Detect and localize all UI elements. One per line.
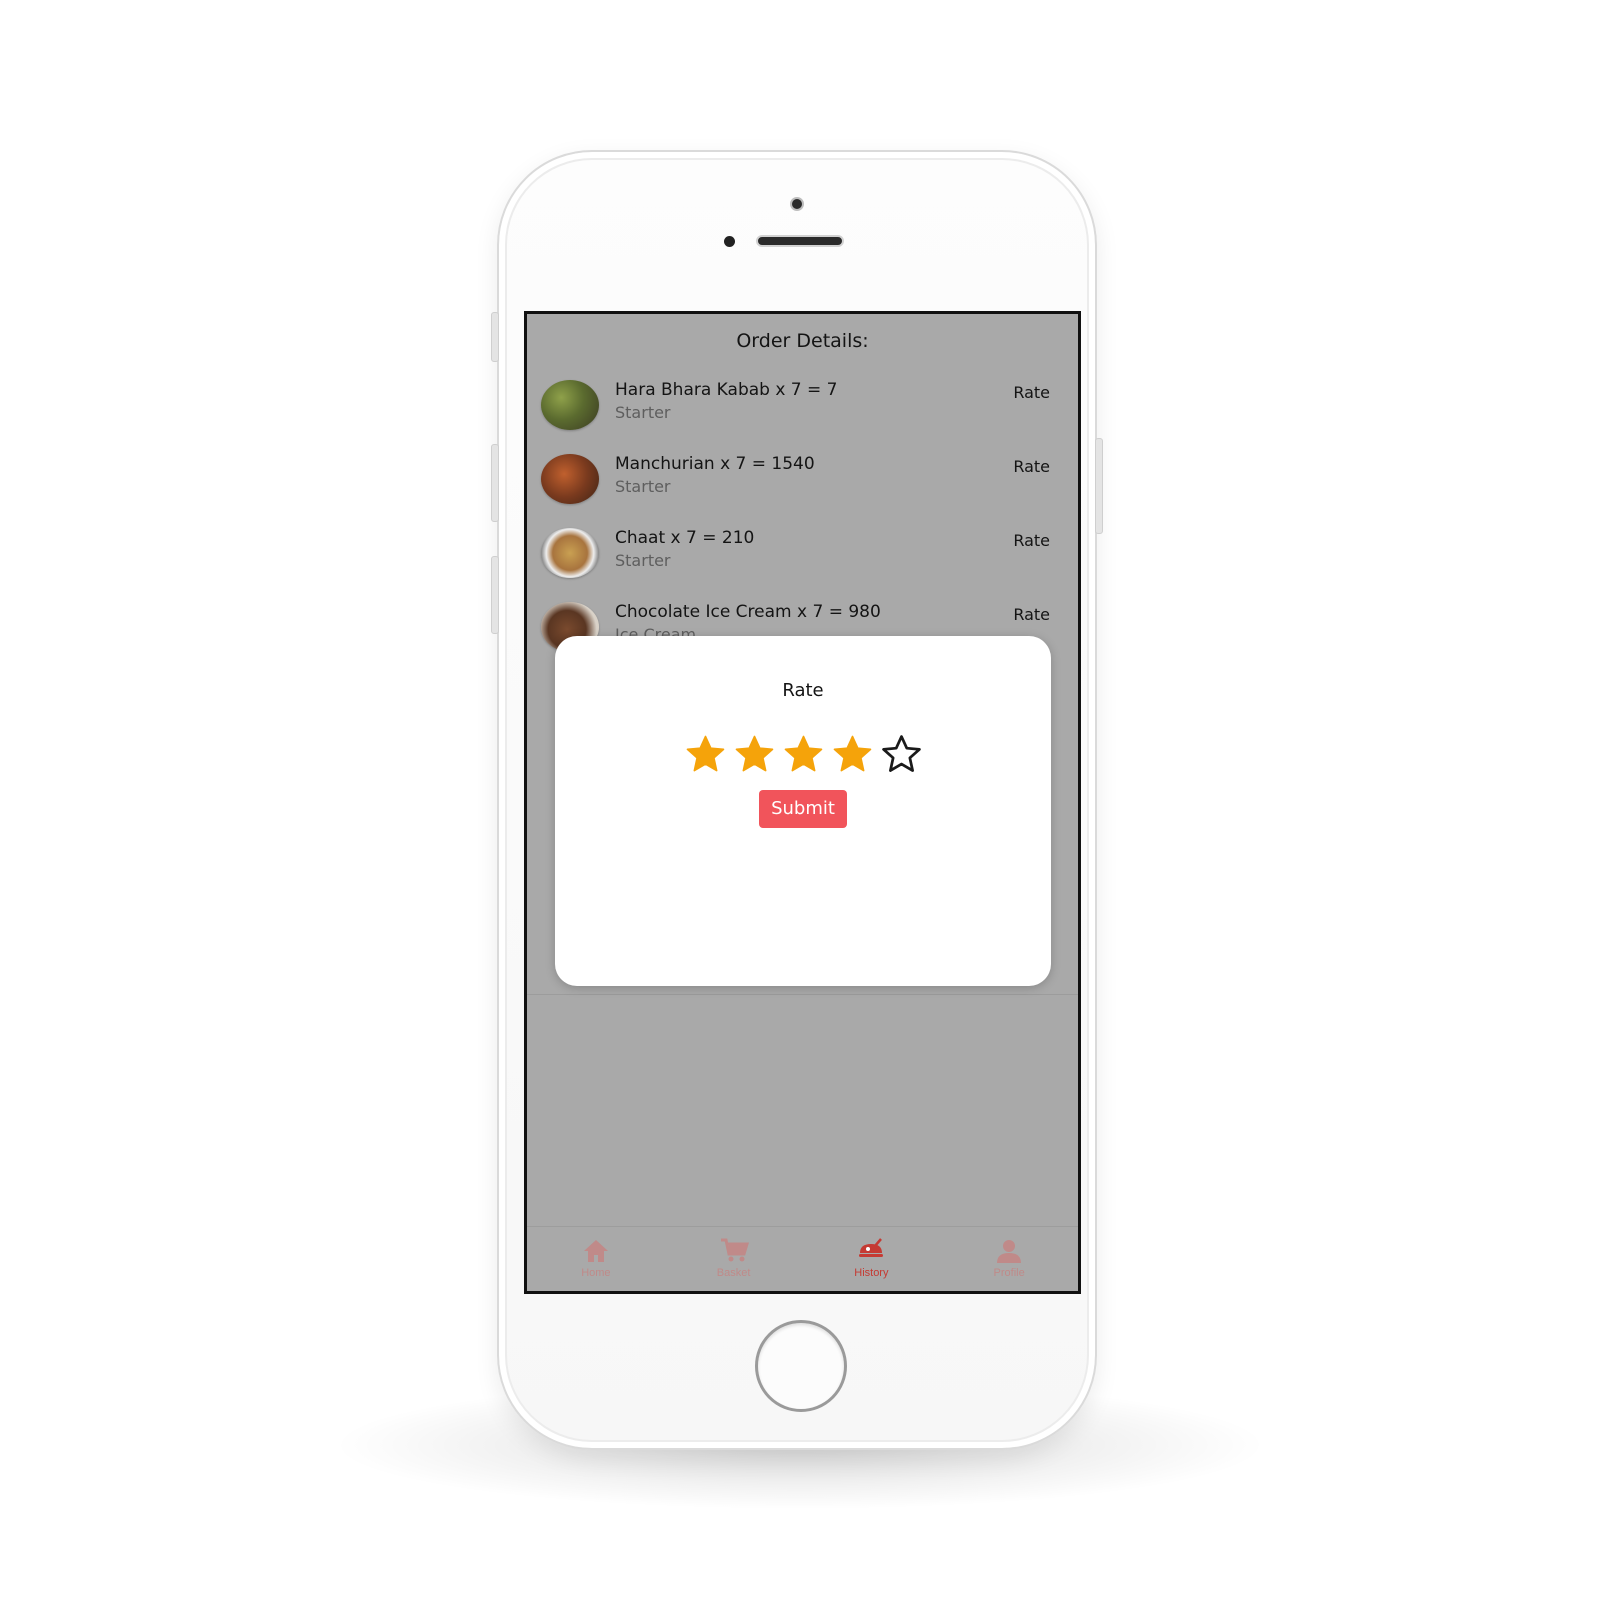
- earpiece-speaker: [756, 235, 844, 247]
- order-item: Manchurian x 7 = 1540 Starter Rate: [527, 454, 1078, 518]
- rate-button[interactable]: Rate: [1013, 383, 1050, 402]
- tab-label: Home: [581, 1267, 611, 1279]
- star-rating[interactable]: [555, 734, 1051, 775]
- submit-button[interactable]: Submit: [759, 790, 847, 828]
- content-divider: [527, 994, 1078, 995]
- food-thumbnail: [541, 454, 599, 504]
- order-item: Hara Bhara Kabab x 7 = 7 Starter Rate: [527, 380, 1078, 444]
- bottom-tab-bar: Home Basket History Profile: [527, 1226, 1078, 1291]
- order-item-name: Hara Bhara Kabab x 7 = 7: [615, 380, 838, 400]
- order-item-name: Chaat x 7 = 210: [615, 528, 755, 548]
- order-item-name: Chocolate Ice Cream x 7 = 980: [615, 602, 881, 622]
- order-item: Chaat x 7 = 210 Starter Rate: [527, 528, 1078, 592]
- food-thumbnail: [541, 528, 599, 578]
- cart-icon: [720, 1238, 749, 1262]
- star-filled-icon[interactable]: [685, 734, 726, 775]
- volume-up-button: [491, 444, 499, 522]
- food-thumbnail: [541, 380, 599, 430]
- profile-icon: [997, 1240, 1022, 1263]
- tab-label: Basket: [716, 1267, 751, 1279]
- order-item-category: Starter: [615, 551, 671, 570]
- star-filled-icon[interactable]: [832, 734, 873, 775]
- order-item-category: Starter: [615, 477, 671, 496]
- order-item-name: Manchurian x 7 = 1540: [615, 454, 815, 474]
- front-camera: [790, 197, 804, 211]
- app-screen: Order Details: Hara Bhara Kabab x 7 = 7 …: [524, 311, 1081, 1294]
- tab-profile[interactable]: Profile: [940, 1227, 1078, 1291]
- home-button[interactable]: [755, 1320, 847, 1412]
- star-filled-icon[interactable]: [783, 734, 824, 775]
- mute-switch: [491, 312, 499, 362]
- rate-button[interactable]: Rate: [1013, 531, 1050, 550]
- page-title: Order Details:: [736, 330, 869, 352]
- power-button: [1095, 438, 1103, 534]
- order-item-category: Starter: [615, 403, 671, 422]
- proximity-sensor: [724, 236, 735, 247]
- star-empty-icon[interactable]: [881, 734, 922, 775]
- tab-label: Profile: [993, 1267, 1025, 1279]
- star-filled-icon[interactable]: [734, 734, 775, 775]
- rate-dialog-title: Rate: [782, 680, 824, 701]
- rate-button[interactable]: Rate: [1013, 457, 1050, 476]
- home-icon: [583, 1240, 608, 1262]
- tab-home[interactable]: Home: [527, 1227, 665, 1291]
- tab-history[interactable]: History: [803, 1227, 941, 1291]
- tab-basket[interactable]: Basket: [665, 1227, 803, 1291]
- tab-label: History: [854, 1267, 889, 1279]
- rate-dialog: Rate Submit: [555, 636, 1051, 986]
- volume-down-button: [491, 556, 499, 634]
- rate-button[interactable]: Rate: [1013, 605, 1050, 624]
- history-icon: [859, 1238, 884, 1257]
